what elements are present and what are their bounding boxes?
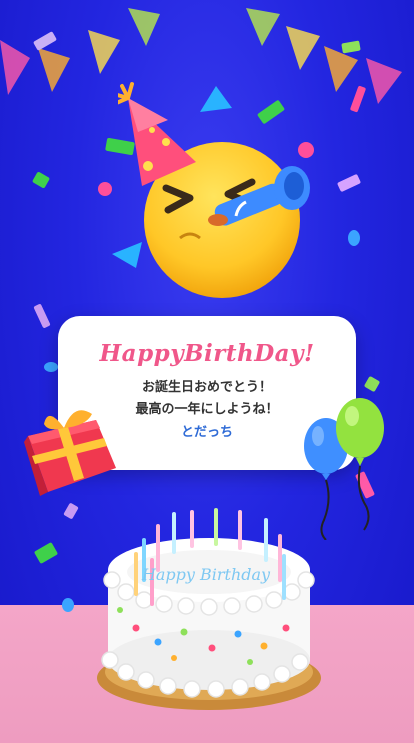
confetti-icon xyxy=(348,230,360,246)
confetti-icon xyxy=(98,182,112,196)
cake-inscription: Happy Birthday xyxy=(141,565,271,584)
confetti-icon xyxy=(44,362,58,372)
party-emoji-icon xyxy=(118,82,310,298)
gift-box-icon xyxy=(24,410,116,496)
card-title: HappyBirthDay! xyxy=(99,340,315,367)
confetti-icon xyxy=(62,598,74,612)
birthday-cake-icon: Happy Birthday xyxy=(97,508,321,710)
